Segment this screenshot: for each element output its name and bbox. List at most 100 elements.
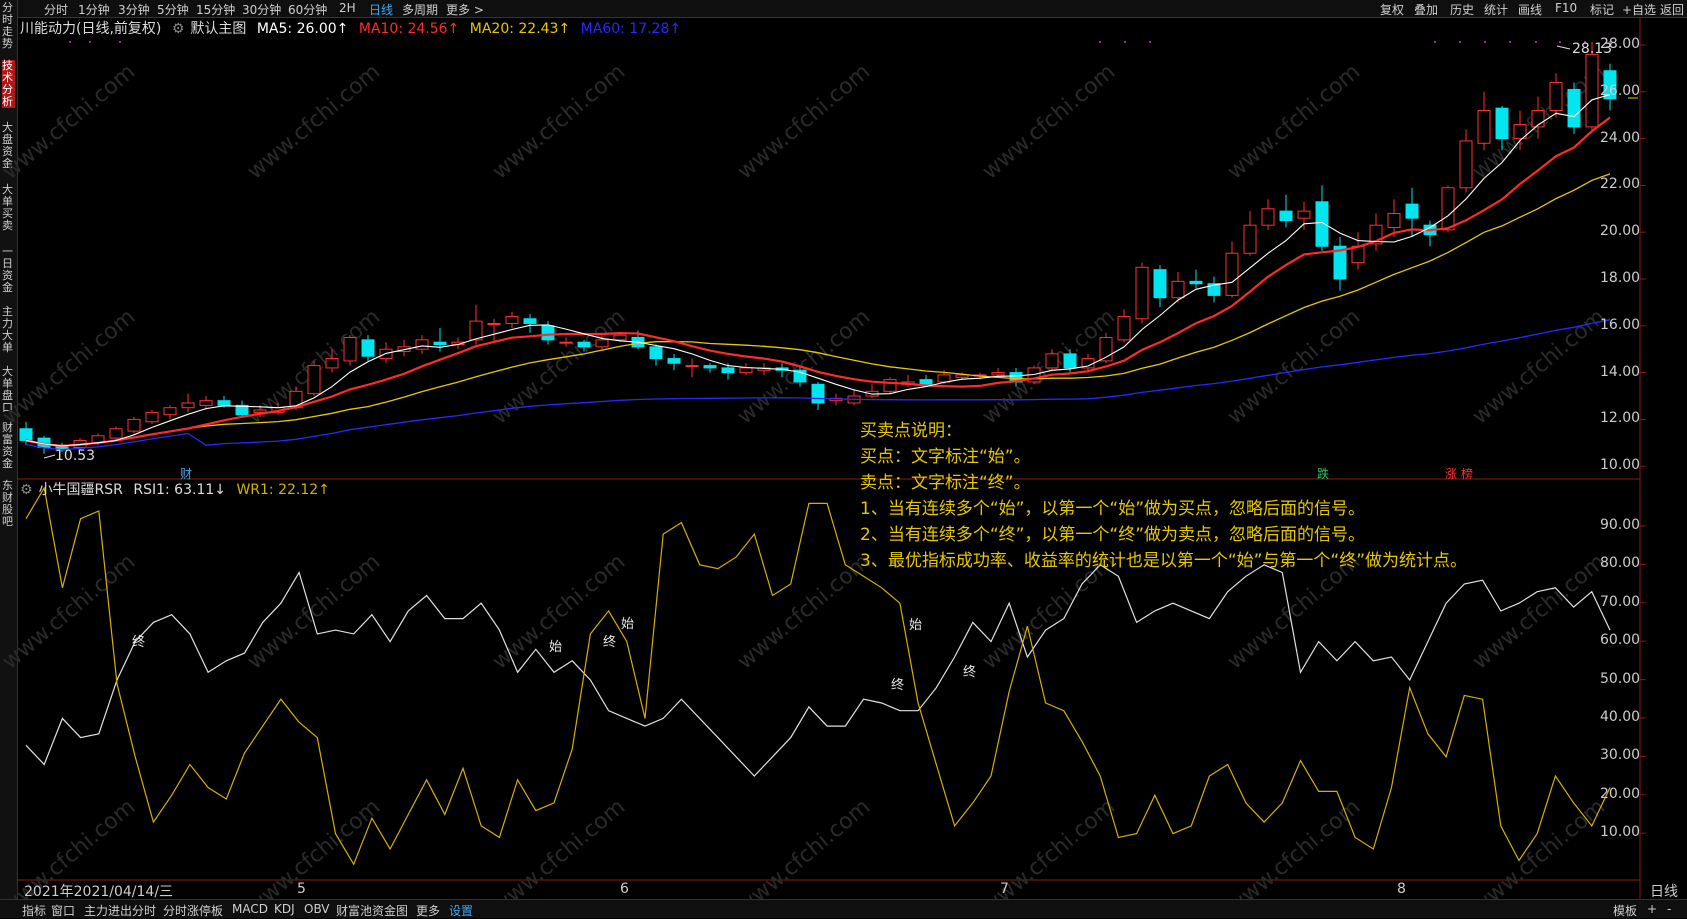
low-arrow [43,454,56,459]
hot-tag[interactable]: 榜 [1461,465,1473,482]
candle-body[interactable] [1387,212,1401,229]
bottom-tab-2[interactable]: 主力进出分时 [84,902,156,919]
candle-body[interactable] [1405,203,1419,219]
watermark-text: www.cfchi.com [0,549,140,674]
candle-body[interactable] [469,320,483,341]
candle-body[interactable] [739,367,753,374]
bottom-tab-0[interactable]: 指标 [22,902,46,919]
candle-body[interactable] [1279,210,1293,221]
rsi1-label: RSI1: 63.11↓ [133,482,226,498]
wr1-label: WR1: 22.12↑ [236,482,330,498]
candle-body[interactable] [649,346,663,360]
candle-body[interactable] [505,315,519,324]
candle-body[interactable] [343,337,357,362]
bottom-tab-4[interactable]: MACD [232,902,268,916]
price-axis-tick: 24.00 [1600,129,1641,146]
candle-body[interactable] [721,367,735,374]
candle-body[interactable] [145,411,159,423]
candle-body[interactable] [667,358,681,364]
signal-dot [1484,41,1486,43]
candle-body[interactable] [1063,353,1077,369]
stock-title[interactable]: 川能动力(日线,前复权) [20,21,161,37]
bottom-right-control-0[interactable]: 模板 [1613,902,1637,919]
candle-body[interactable] [1261,208,1275,226]
high-arrow [1556,45,1571,50]
signal-dot [1099,41,1101,43]
candle-body[interactable] [127,418,141,432]
candle-body[interactable] [1243,224,1257,254]
candle-body[interactable] [595,339,609,348]
candle-body[interactable] [1153,269,1167,299]
candle-body[interactable] [811,383,825,404]
candle-body[interactable] [361,339,375,357]
candle-body[interactable] [1549,81,1563,112]
candle-body[interactable] [1495,107,1509,140]
bottom-tab-8[interactable]: 更多 [416,902,440,919]
candle-body[interactable] [883,379,897,392]
watermark-text: www.cfchi.com [978,59,1120,184]
candle-body[interactable] [937,374,951,383]
fall-tag[interactable]: 跌 [1317,465,1329,482]
preset-label[interactable]: 默认主图 [190,21,246,37]
candle-body[interactable] [613,334,627,341]
candle-body[interactable] [559,341,573,344]
candle-body[interactable] [1585,53,1599,128]
buy-signal-label: 始 [621,617,634,632]
candle-body[interactable] [685,365,699,368]
candle-body[interactable] [955,374,969,378]
candle-body[interactable] [433,341,447,346]
candle-body[interactable] [1315,201,1329,247]
candle-body[interactable] [1045,353,1059,369]
candle-body[interactable] [1567,88,1581,128]
candle-body[interactable] [1135,266,1149,320]
candle-body[interactable] [307,365,321,395]
low-price-label: 10.53 [55,448,96,464]
bottom-tab-6[interactable]: OBV [304,902,330,916]
indicator-gear-icon[interactable]: ⚙ [20,482,33,498]
candle-body[interactable] [1297,210,1311,219]
candle-body[interactable] [991,372,1005,376]
candle-body[interactable] [577,341,591,348]
candle-body[interactable] [1117,315,1131,341]
candle-body[interactable] [703,365,717,369]
indicator-axis-tick: 50.00 [1600,670,1641,687]
candle-body[interactable] [217,400,231,406]
candle-body[interactable] [541,325,555,341]
indicator-axis-tick: 30.00 [1600,747,1641,764]
candle-body[interactable] [1441,187,1455,231]
x-axis-tick-7: 7 [1000,881,1009,897]
bottom-tab-9[interactable]: 设置 [449,902,473,919]
signal-dot [1124,41,1126,43]
indicator-name[interactable]: 小牛国疆RSR [39,482,123,498]
candle-body[interactable] [1477,110,1491,144]
bottom-right-control-2[interactable]: - [1667,902,1671,916]
watermark-text: www.cfchi.com [1468,549,1610,674]
candle-body[interactable] [415,339,429,350]
candle-body[interactable] [181,402,195,409]
candle-body[interactable] [523,318,537,324]
rise-tag[interactable]: 涨 [1445,465,1457,482]
bottom-tab-3[interactable]: 分时涨停板 [163,902,223,919]
watermark-text: www.cfchi.com [1468,304,1610,429]
candle-body[interactable] [1225,252,1239,296]
bottom-tab-7[interactable]: 财富池资金图 [336,902,408,919]
candle-body[interactable] [487,322,501,325]
watermark-text: www.cfchi.com [243,549,385,674]
bottom-right-control-1[interactable]: + [1647,902,1657,916]
preset-gear-icon[interactable]: ⚙ [172,21,185,37]
candle-body[interactable] [1459,140,1473,189]
candle-body[interactable] [253,409,267,413]
candle-body[interactable] [109,428,123,439]
candle-body[interactable] [19,428,33,441]
candle-body[interactable] [199,400,213,406]
candle-body[interactable] [325,358,339,369]
candle-body[interactable] [919,379,933,385]
candle-body[interactable] [1189,280,1203,285]
fin-tag[interactable]: 财 [180,465,192,482]
period-label[interactable]: 日线 [1650,881,1678,901]
watermark-text: www.cfchi.com [488,59,630,184]
candle-body[interactable] [1171,280,1185,299]
bottom-tab-5[interactable]: KDJ [274,902,295,916]
bottom-tab-1[interactable]: 窗口 [51,902,75,919]
candle-body[interactable] [163,407,177,416]
